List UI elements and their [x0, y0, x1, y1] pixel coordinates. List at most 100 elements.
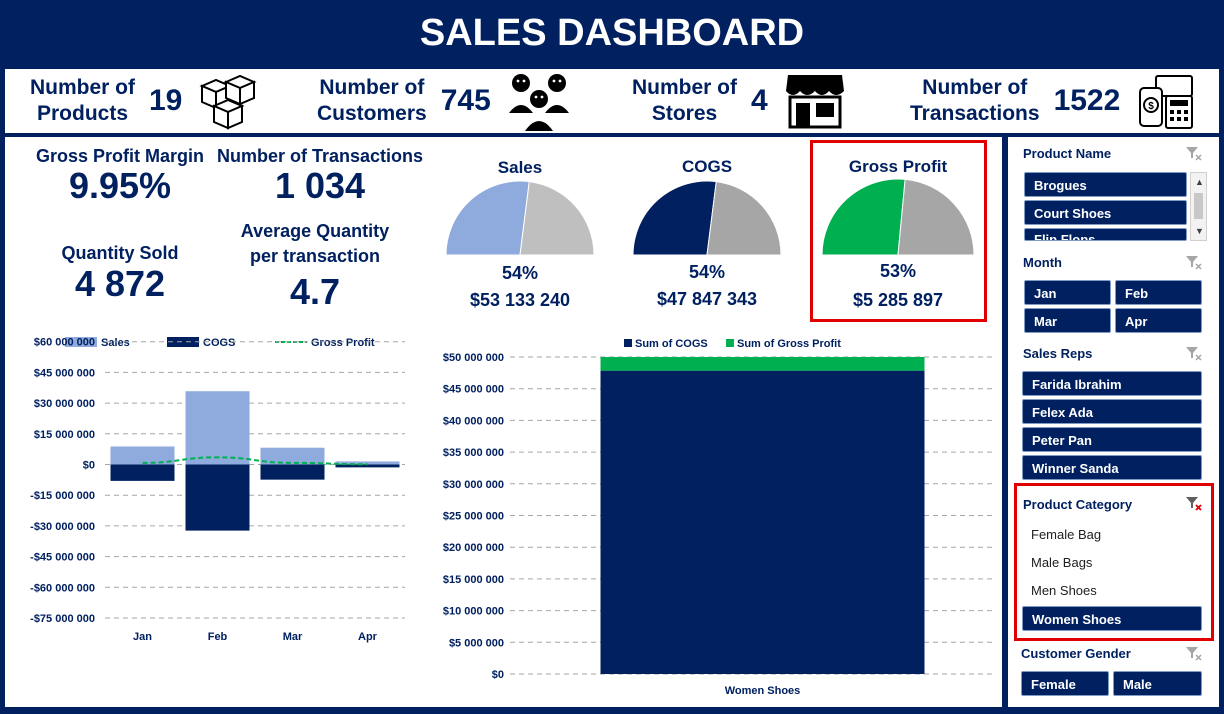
slicer-item-court-shoes[interactable]: Court Shoes — [1024, 200, 1187, 225]
slicer-category-male-bags[interactable]: Male Bags — [1022, 550, 1202, 575]
clear-filter-icon[interactable] — [1185, 345, 1203, 361]
main-panel: Gross Profit Margin 9.95% Number of Tran… — [5, 137, 1002, 707]
slicer-gender-male[interactable]: Male — [1113, 671, 1202, 696]
gauge-gp-amount: $5 285 897 — [852, 290, 944, 310]
dashboard-title: SALES DASHBOARD — [419, 11, 805, 54]
kpi-transactions-label: Number of Transactions — [910, 76, 1040, 125]
bar-cogs-mar — [260, 464, 325, 480]
y-tick-label: $5 000 000 — [449, 637, 504, 649]
line-gross-profit — [142, 456, 368, 466]
kpi-transactions: Number of Transactions 1522 $ — [910, 69, 1196, 133]
y-tick-label: $60 000 000 — [34, 337, 95, 349]
y-tick-label: $50 000 000 — [443, 352, 504, 364]
clear-filter-icon[interactable] — [1185, 145, 1203, 161]
clear-filter-icon[interactable] — [1185, 645, 1203, 661]
slicer-rep-peter-pan[interactable]: Peter Pan — [1022, 427, 1202, 452]
y-tick-label: $25 000 000 — [443, 511, 504, 523]
svg-text:$: $ — [1149, 101, 1155, 112]
slicer-rep-felex-ada[interactable]: Felex Ada — [1022, 399, 1202, 424]
transactions-label: Number of Transactions — [216, 146, 424, 166]
scroll-thumb[interactable] — [1194, 193, 1203, 219]
kpi-stores-label: Number of Stores — [632, 76, 737, 125]
legend-label: Sum of Gross Profit — [737, 338, 841, 350]
slicer-sales-reps-title: Sales Reps — [1023, 346, 1093, 361]
slicer-category-female-bag[interactable]: Female Bag — [1022, 522, 1202, 547]
gauge-filled-slice — [821, 178, 906, 256]
y-tick-label: $30 000 000 — [34, 398, 95, 410]
y-tick-label: $15 000 000 — [34, 429, 95, 441]
slicer-item-brogues[interactable]: Brogues — [1024, 172, 1187, 197]
y-tick-label: -$45 000 000 — [30, 552, 95, 564]
gauge-gross-profit — [821, 178, 975, 256]
gauge-cogs-pct: 54% — [688, 262, 726, 282]
kpi-band: Number of Products 19 Number of Customer… — [5, 69, 1219, 133]
slicer-product-category-title: Product Category — [1023, 497, 1133, 512]
x-tick-label: Women Shoes — [725, 685, 801, 697]
gauge-remaining-slice — [897, 178, 975, 256]
category-chart: Sum of COGS Sum of Gross Profit $50 000 00… — [443, 338, 995, 697]
store-icon — [785, 75, 844, 129]
avg-quantity-value: 4.7 — [289, 271, 341, 312]
legend-label: COGS — [203, 337, 235, 349]
slicer-month-jan[interactable]: Jan — [1024, 280, 1111, 305]
transactions-value: 1 034 — [274, 165, 366, 206]
y-tick-label: $45 000 000 — [443, 384, 504, 396]
legend-label: Gross Profit — [311, 337, 375, 349]
slicer-rep-farida-ibrahim[interactable]: Farida Ibrahim — [1022, 371, 1202, 396]
kpi-transactions-value: 1522 — [1053, 84, 1121, 117]
gauge-cogs-amount: $47 847 343 — [656, 289, 758, 309]
gauge-filled-slice — [632, 180, 717, 256]
slicer-scrollbar[interactable]: ▲ ▼ — [1190, 172, 1207, 241]
avg-quantity-label: Average Quantity per transaction — [240, 221, 390, 266]
slicer-item-flip-flops[interactable]: Flip Flops — [1024, 228, 1187, 241]
kpi-products-label: Number of Products — [30, 76, 135, 125]
y-tick-label: $15 000 000 — [443, 574, 504, 586]
bar-cogs-jan — [110, 464, 175, 481]
gauge-gp-title: Gross Profit — [848, 157, 948, 176]
slicer-category-women-shoes[interactable]: Women Shoes — [1022, 606, 1202, 631]
slicer-product-name-title: Product Name — [1023, 146, 1112, 161]
gauge-gp-pct: 53% — [879, 261, 917, 281]
kpi-stores-value: 4 — [751, 84, 768, 117]
y-tick-label: $35 000 000 — [443, 447, 504, 459]
slicer-customer-gender-title: Customer Gender — [1021, 646, 1131, 661]
scroll-down-icon[interactable]: ▼ — [1195, 226, 1204, 236]
kpi-customers: Number of Customers 745 — [317, 69, 571, 133]
y-tick-label: -$15 000 000 — [30, 490, 95, 502]
x-tick-label: Mar — [283, 631, 303, 643]
slicer-rep-winner-sanda[interactable]: Winner Sanda — [1022, 455, 1202, 480]
x-tick-label: Feb — [208, 631, 228, 643]
slicer-panel: Product Name Brogues Court Shoes Flip Fl… — [1008, 137, 1219, 707]
kpi-stores: Number of Stores 4 — [632, 69, 846, 133]
legend-swatch-0 — [624, 339, 632, 347]
bar-sales-jan — [110, 446, 175, 465]
quantity-value: 4 872 — [74, 263, 166, 304]
gauge-sales-amount: $53 133 240 — [469, 290, 571, 310]
legend-swatch-1 — [726, 339, 734, 347]
bar-sales-feb — [185, 391, 250, 465]
gauge-cogs — [632, 180, 782, 256]
slicer-category-men-shoes[interactable]: Men Shoes — [1022, 578, 1202, 603]
slicer-month-mar[interactable]: Mar — [1024, 308, 1111, 333]
gauge-remaining-slice — [706, 181, 782, 256]
slicer-month-apr[interactable]: Apr — [1115, 308, 1202, 333]
slicer-gender-female[interactable]: Female — [1021, 671, 1109, 696]
gpm-value: 9.95% — [68, 165, 172, 206]
y-tick-label: $20 000 000 — [443, 542, 504, 554]
kpi-customers-label: Number of Customers — [317, 76, 427, 125]
y-tick-label: $0 — [83, 460, 95, 472]
y-tick-label: $0 — [492, 669, 504, 681]
scroll-up-icon[interactable]: ▲ — [1195, 177, 1204, 187]
slicer-month-feb[interactable]: Feb — [1115, 280, 1202, 305]
legend-label: Sales — [101, 337, 130, 349]
boxes-icon — [199, 74, 257, 130]
bar-gross-profit-women-shoes — [600, 357, 925, 371]
clear-filter-active-icon[interactable] — [1185, 495, 1203, 511]
clear-filter-icon[interactable] — [1185, 254, 1203, 270]
x-tick-label: Jan — [133, 631, 152, 643]
gauge-cogs-title: COGS — [681, 157, 733, 176]
y-tick-label: $10 000 000 — [443, 606, 504, 618]
x-tick-label: Apr — [358, 631, 378, 643]
y-tick-label: $45 000 000 — [34, 367, 95, 379]
quantity-label: Quantity Sold — [61, 243, 179, 263]
